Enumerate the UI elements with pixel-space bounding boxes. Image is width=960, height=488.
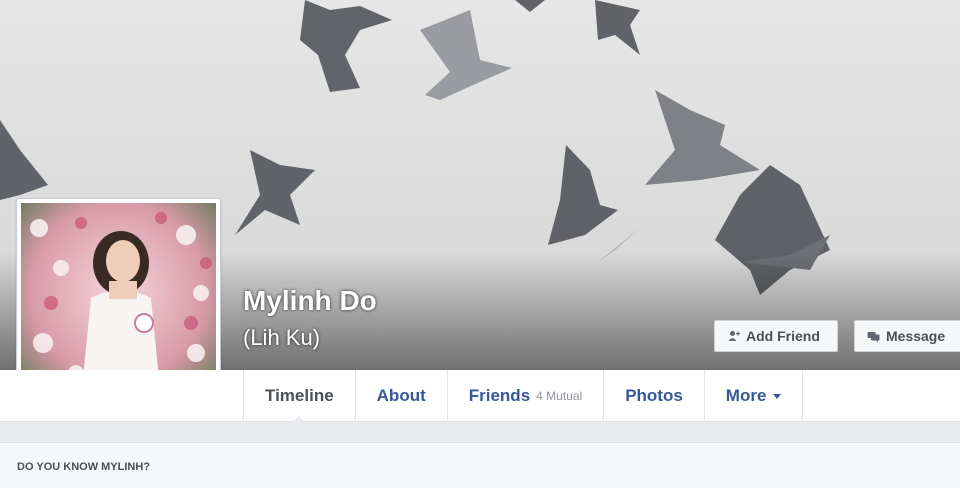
tab-photos-label: Photos (625, 386, 683, 405)
tab-more[interactable]: More (703, 370, 804, 422)
mutual-friends-count: 4 Mutual (536, 389, 583, 403)
add-friend-label: Add Friend (746, 328, 820, 344)
profile-alternate-name: (Lih Ku) (243, 325, 321, 350)
tab-timeline[interactable]: Timeline (243, 370, 355, 423)
tab-about[interactable]: About (354, 370, 447, 422)
tab-photos[interactable]: Photos (603, 370, 704, 422)
profile-photo (21, 203, 216, 398)
add-friend-icon (728, 330, 740, 341)
profile-name[interactable]: Mylinh Do (243, 285, 377, 317)
suggestion-card-title: DO YOU KNOW MYLINH? (17, 461, 151, 473)
message-label: Message (886, 328, 946, 344)
message-button[interactable]: Message (854, 320, 960, 352)
people-you-may-know-card: DO YOU KNOW MYLINH? (0, 442, 960, 488)
tab-friends-label: Friends (468, 386, 531, 405)
profile-tab-bar: Timeline About Friends 4 Mutual Photos M… (0, 370, 960, 423)
tab-friends[interactable]: Friends 4 Mutual (446, 370, 603, 422)
tab-about-label: About (376, 386, 426, 405)
tab-timeline-label: Timeline (265, 386, 334, 405)
chevron-down-icon (773, 393, 782, 399)
add-friend-button[interactable]: Add Friend (714, 320, 838, 352)
message-icon (867, 331, 880, 342)
tab-more-label: More (725, 386, 767, 405)
